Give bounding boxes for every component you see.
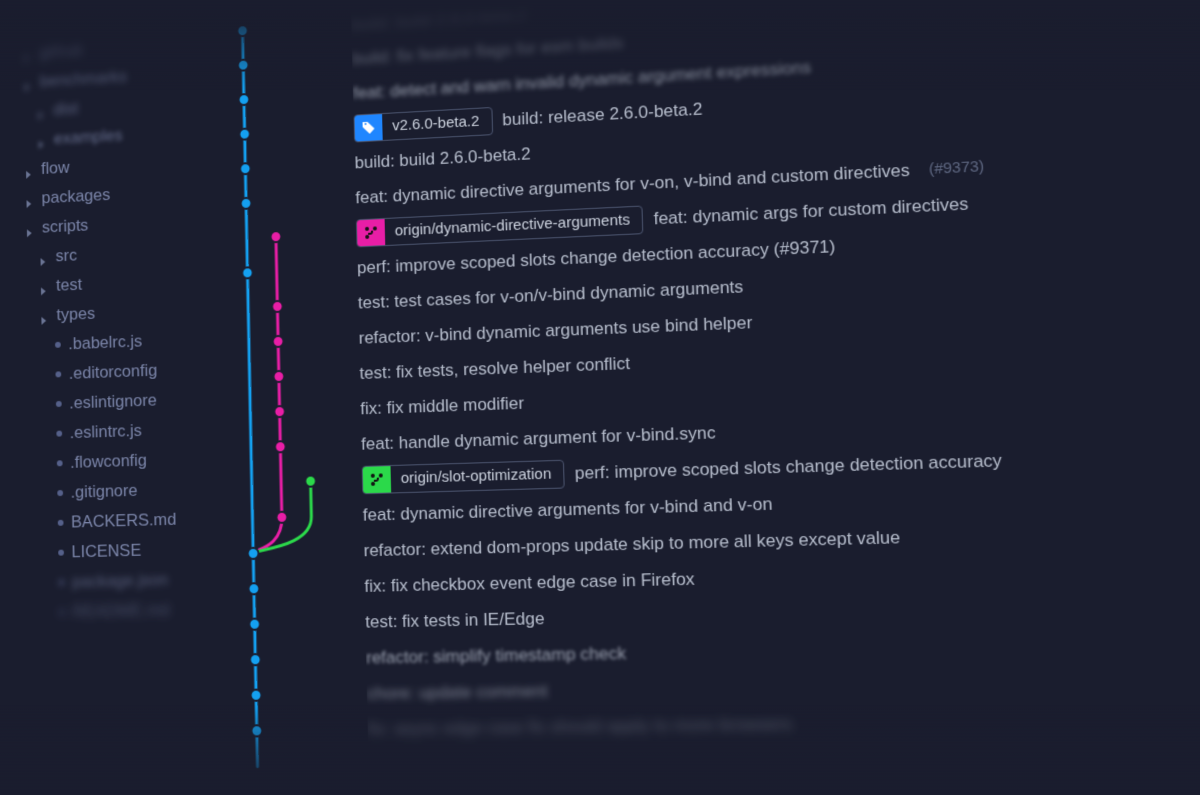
file-dot-icon bbox=[58, 550, 64, 556]
workspace: github benchmarks dist examples flow packages… bbox=[7, 0, 1200, 795]
graph-node bbox=[239, 94, 250, 105]
graph-node bbox=[250, 654, 261, 665]
graph-node bbox=[239, 128, 250, 139]
commit-list: build: build 2.6.0-beta.2build: fix feat… bbox=[351, 0, 1200, 795]
graph-node bbox=[270, 231, 281, 242]
file-dot-icon bbox=[58, 520, 64, 526]
tree-item-label: BACKERS.md bbox=[71, 510, 176, 533]
commit-message: refactor: extend dom-props update skip t… bbox=[363, 527, 900, 561]
graph-node bbox=[272, 301, 283, 312]
tree-item-label: .babelrc.js bbox=[68, 332, 142, 355]
commit-message: feat: dynamic directive arguments for v-… bbox=[363, 494, 773, 526]
graph-node bbox=[251, 725, 262, 736]
tree-item-label: examples bbox=[54, 126, 123, 149]
commit-message: fix: async edge case fix should apply to… bbox=[368, 714, 793, 740]
file-dot-icon bbox=[56, 401, 62, 407]
branch-icon bbox=[357, 219, 385, 246]
chevron-right-icon bbox=[36, 106, 46, 116]
file-tree-sidebar: github benchmarks dist examples flow packages… bbox=[7, 13, 240, 795]
tree-item-label: .gitignore bbox=[70, 481, 137, 503]
tree-item-label: scripts bbox=[42, 216, 89, 238]
tree-item-label: package.json bbox=[72, 570, 169, 592]
graph-node bbox=[240, 163, 251, 174]
graph-node bbox=[248, 583, 259, 594]
commit-message: test: fix tests in IE/Edge bbox=[365, 608, 545, 632]
tree-item-label: README.md bbox=[72, 600, 169, 622]
file-dot-icon bbox=[59, 579, 65, 585]
graph-node bbox=[248, 548, 259, 559]
chevron-right-icon bbox=[25, 194, 35, 204]
chevron-right-icon bbox=[37, 135, 47, 145]
ref-chip[interactable]: origin/slot-optimization bbox=[362, 459, 565, 494]
chevron-right-icon bbox=[24, 165, 34, 175]
chevron-right-icon bbox=[22, 48, 31, 58]
file-dot-icon bbox=[55, 342, 61, 348]
branch-icon bbox=[363, 466, 391, 493]
file-dot-icon bbox=[57, 490, 63, 496]
git-graph-column bbox=[225, 5, 370, 795]
tree-item-label: github bbox=[39, 40, 83, 62]
ref-label: origin/dynamic-directive-arguments bbox=[385, 208, 643, 243]
file-dot-icon bbox=[59, 609, 65, 615]
graph-node bbox=[238, 59, 249, 70]
tree-item-label: flow bbox=[41, 158, 70, 179]
git-graph-svg bbox=[225, 5, 370, 795]
graph-node bbox=[273, 371, 284, 382]
tree-item[interactable]: README.md bbox=[21, 594, 237, 629]
tree-item-label: dist bbox=[53, 99, 78, 120]
tree-item-label: LICENSE bbox=[71, 541, 141, 563]
graph-node bbox=[273, 336, 284, 347]
commit-message: refactor: simplify timestamp check bbox=[366, 643, 627, 668]
chevron-right-icon bbox=[23, 77, 32, 87]
graph-node bbox=[242, 267, 253, 278]
file-dot-icon bbox=[55, 371, 61, 377]
tree-item-label: test bbox=[56, 275, 82, 296]
chevron-right-icon bbox=[39, 252, 49, 262]
commit-message: perf: improve scoped slots change detect… bbox=[574, 450, 1002, 484]
chevron-right-icon bbox=[39, 281, 49, 291]
tree-item-label: .eslintignore bbox=[69, 391, 157, 414]
commit-hash: (#9373) bbox=[928, 158, 984, 178]
tree-item-label: src bbox=[55, 246, 77, 267]
tree-item-label: .eslintrc.js bbox=[70, 421, 142, 443]
graph-node bbox=[251, 690, 262, 701]
ref-label: origin/slot-optimization bbox=[391, 462, 564, 491]
file-dot-icon bbox=[57, 460, 63, 466]
commit-message: fix: fix checkbox event edge case in Fir… bbox=[364, 569, 695, 597]
commit-message: build: build 2.6.0-beta.2 bbox=[351, 3, 527, 34]
tree-item-label: packages bbox=[41, 185, 110, 208]
file-dot-icon bbox=[56, 431, 62, 437]
graph-node bbox=[249, 619, 260, 630]
commit-message: chore: update comment bbox=[367, 681, 548, 704]
tree-item-label: benchmarks bbox=[40, 67, 128, 92]
tag-icon bbox=[355, 114, 383, 141]
commit-message: build: release 2.6.0-beta.2 bbox=[502, 99, 703, 130]
graph-node bbox=[237, 25, 248, 36]
graph-node bbox=[276, 512, 287, 523]
ref-label: v2.6.0-beta.2 bbox=[382, 109, 492, 138]
tree-item[interactable]: package.json bbox=[21, 563, 237, 598]
graph-node bbox=[305, 475, 316, 486]
commit-message: test: fix tests, resolve helper conflict bbox=[359, 353, 630, 383]
graph-node bbox=[241, 198, 252, 209]
tree-item-label: .editorconfig bbox=[69, 361, 158, 384]
commit-message: fix: fix middle modifier bbox=[360, 393, 524, 419]
commit-message: feat: handle dynamic argument for v-bind… bbox=[361, 422, 716, 454]
tree-item-label: .flowconfig bbox=[70, 451, 147, 473]
chevron-right-icon bbox=[39, 311, 49, 321]
graph-node bbox=[275, 441, 286, 452]
graph-node bbox=[274, 406, 285, 417]
ref-chip[interactable]: v2.6.0-beta.2 bbox=[353, 106, 492, 142]
tree-item-label: types bbox=[56, 304, 95, 325]
chevron-right-icon bbox=[25, 223, 35, 233]
commit-message: build: build 2.6.0-beta.2 bbox=[354, 144, 531, 173]
